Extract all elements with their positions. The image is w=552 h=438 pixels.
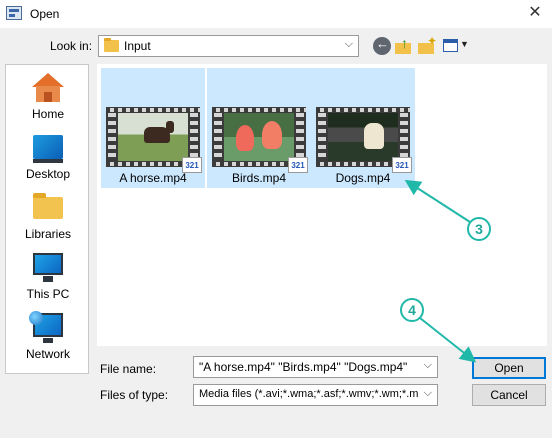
file-type-dropdown[interactable]: Media files (*.avi;*.wma;*.asf;*.wmv;*.w… (193, 384, 438, 406)
file-name-input[interactable]: "A horse.mp4" "Birds.mp4" "Dogs.mp4" ⌵ (193, 356, 438, 378)
annotation-marker-4: 4 (400, 298, 424, 322)
file-name-label: File name: (100, 362, 157, 376)
open-button[interactable]: Open (472, 357, 546, 379)
file-type-value: Media files (*.avi;*.wma;*.asf;*.wmv;*.w… (199, 388, 419, 400)
folder-icon (104, 38, 119, 52)
flamingos-image (224, 113, 294, 161)
file-name-label: A horse.mp4 (119, 171, 187, 185)
desktop-icon (33, 135, 63, 163)
file-type-label: Files of type: (100, 388, 169, 402)
look-in-label: Look in: (50, 39, 93, 53)
file-tile-dogs[interactable]: 321 Dogs.mp4 (311, 68, 415, 188)
file-tile-a-horse[interactable]: 321 A horse.mp4 (101, 68, 205, 188)
annotation-marker-3: 3 (467, 217, 491, 241)
chevron-down-icon[interactable]: ⌵ (423, 387, 432, 400)
video-thumbnail: 321 (106, 107, 202, 173)
this-pc-icon (33, 253, 63, 282)
places-bar: Home Desktop Libraries This PC Network (5, 64, 89, 374)
dog-image (328, 113, 398, 161)
new-folder-icon[interactable]: ✦ (418, 34, 437, 55)
place-home[interactable]: Home (6, 69, 90, 127)
look-in-value: Input (124, 39, 151, 53)
cancel-button[interactable]: Cancel (472, 384, 546, 406)
file-name-value[interactable]: "A horse.mp4" "Birds.mp4" "Dogs.mp4" (199, 360, 407, 374)
video-thumbnail: 321 (212, 107, 308, 173)
place-this-pc[interactable]: This PC (6, 249, 90, 307)
file-name-label: Dogs.mp4 (335, 171, 391, 185)
look-in-dropdown[interactable]: Input ⌵ (98, 35, 359, 57)
place-label: Network (25, 347, 70, 361)
window-title: Open (30, 7, 60, 21)
chevron-down-icon[interactable]: ⌵ (424, 359, 432, 372)
place-label: This PC (26, 287, 70, 301)
place-libraries[interactable]: Libraries (6, 189, 90, 247)
place-label: Libraries (24, 227, 72, 241)
up-folder-icon[interactable]: ↑ (395, 35, 413, 55)
file-tile-birds[interactable]: 321 Birds.mp4 (207, 68, 311, 188)
title-bar: Open ✕ (0, 0, 552, 28)
file-list[interactable]: 321 A horse.mp4 321 Birds.mp4 321 Dogs.m… (97, 64, 547, 346)
app-icon (6, 6, 22, 20)
chevron-down-icon[interactable]: ⌵ (345, 38, 353, 51)
close-icon[interactable]: ✕ (524, 2, 546, 24)
views-menu-icon[interactable]: ▼ (443, 37, 469, 55)
libraries-icon (33, 193, 63, 219)
place-network[interactable]: Network (6, 309, 90, 367)
back-icon[interactable] (373, 36, 391, 55)
place-label: Home (31, 107, 64, 121)
home-icon (32, 73, 64, 103)
video-thumbnail: 321 (316, 107, 412, 173)
file-name-label: Birds.mp4 (231, 171, 287, 185)
place-label: Desktop (25, 167, 71, 181)
place-desktop[interactable]: Desktop (6, 129, 90, 187)
horse-image (118, 113, 188, 161)
network-icon (29, 311, 63, 343)
